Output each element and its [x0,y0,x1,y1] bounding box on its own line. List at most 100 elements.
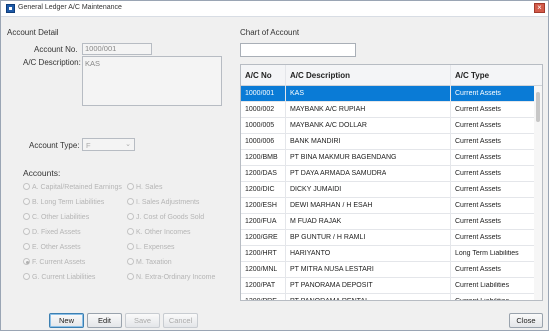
radio-other-liabilities[interactable]: C. Other Liabilities [23,213,89,221]
ac-type-cell: Current Liabilities [455,298,509,300]
radio-other-incomes[interactable]: K. Other Incomes [127,228,190,236]
radio-icon [127,258,134,265]
radio-other-assets[interactable]: E. Other Assets [23,243,81,251]
window-title: General Ledger A/C Maintenance [18,4,122,11]
ac-no-cell: 1000/005 [245,122,275,129]
ac-description-cell: HARIYANTO [290,250,331,257]
radio-icon [127,183,134,190]
ac-type-cell: Current Assets [455,138,501,145]
radio-sales-adjustments[interactable]: I. Sales Adjustments [127,198,199,206]
ac-description-cell: KAS [290,90,305,97]
radio-icon [23,228,30,235]
ac-description-cell: M FUAD RAJAK [290,218,342,225]
ac-no-cell: 1000/006 [245,138,275,145]
ac-no-cell: 1200/MNL [245,266,278,273]
description-label: A/C Description: [23,58,81,67]
column-divider [285,65,286,300]
vertical-scrollbar[interactable] [534,86,542,300]
ac-description-cell: DEWI MARHAN / H ESAH [290,202,373,209]
ac-type-cell: Current Assets [455,218,501,225]
ac-type-cell: Current Assets [455,266,501,273]
new-button[interactable]: New [49,313,84,328]
radio-sales[interactable]: H. Sales [127,183,162,191]
edit-button[interactable]: Edit [87,313,122,328]
ac-type-cell: Current Assets [455,170,501,177]
ac-type-cell: Current Assets [455,186,501,193]
ac-type-cell: Current Assets [455,122,501,129]
ac-no-cell: 1200/ESH [245,202,277,209]
grid-header: A/C No A/C Description A/C Type [241,65,542,86]
accounts-label: Accounts: [23,168,61,178]
radio-icon [23,213,30,220]
radio-current-liabilities[interactable]: G. Current Liabilities [23,273,95,281]
radio-current-assets[interactable]: F. Current Assets [23,258,85,266]
scrollbar-thumb[interactable] [536,92,540,122]
column-divider [450,65,451,300]
account-detail-label: Account Detail [7,28,59,37]
column-header-ac-description[interactable]: A/C Description [290,71,350,80]
radio-icon [127,243,134,250]
radio-cost-of-goods-sold[interactable]: J. Cost of Goods Sold [127,213,204,221]
ac-description-cell: PT PANORAMA DEPOSIT [290,282,373,289]
ac-type-cell: Current Assets [455,154,501,161]
chart-of-account-grid: A/C No A/C Description A/C Type 1000/001… [240,64,543,301]
account-type-label: Account Type: [29,141,80,150]
radio-capital-retained-earnings[interactable]: A. Capital/Retained Earnings [23,183,122,191]
chart-search-input[interactable] [240,43,356,57]
radio-icon [23,183,30,190]
cancel-button[interactable]: Cancel [163,313,198,328]
ac-no-cell: 1200/HRT [245,250,277,257]
ac-type-cell: Current Liabilities [455,282,510,289]
ac-description-cell: DICKY JUMAIDI [290,186,342,193]
radio-icon [127,228,134,235]
ac-description-cell: PT DAYA ARMADA SAMUDRA [290,170,387,177]
radio-expenses[interactable]: L. Expenses [127,243,175,251]
ac-description-cell: BANK MANDIRI [290,138,341,145]
ac-no-cell: 1200/PAT [245,282,276,289]
ac-type-cell: Current Assets [455,106,501,113]
radio-icon [23,198,30,205]
ac-type-cell: Current Assets [455,90,501,97]
radio-long-term-liabilities[interactable]: B. Long Term Liabilities [23,198,104,206]
ac-no-cell: 1000/002 [245,106,275,113]
ac-no-cell: 1200/DAS [245,170,277,177]
account-type-select[interactable]: F ⌄ [82,138,135,151]
ac-description-cell: MAYBANK A/C RUPIAH [290,106,366,113]
ac-no-cell: 1200/FUA [245,218,277,225]
radio-icon [23,273,30,280]
description-field[interactable]: KAS [82,56,222,106]
column-header-ac-no[interactable]: A/C No [245,71,272,80]
close-button[interactable]: Close [509,313,543,328]
save-button[interactable]: Save [125,313,160,328]
ac-type-cell: Current Assets [455,234,501,241]
window-close-icon[interactable]: × [534,3,545,13]
radio-checked-icon [23,258,30,265]
gl-maintenance-window: General Ledger A/C Maintenance × Account… [0,0,549,331]
radio-taxation[interactable]: M. Taxation [127,258,172,266]
column-header-ac-type[interactable]: A/C Type [455,71,489,80]
account-no-field[interactable]: 1000/001 [82,43,152,55]
radio-fixed-assets[interactable]: D. Fixed Assets [23,228,81,236]
title-bar: General Ledger A/C Maintenance × [1,1,548,17]
ac-no-cell: 1200/BMB [245,154,278,161]
ac-description-cell: BP GUNTUR / H RAMLI [290,234,366,241]
radio-extra-ordinary-income[interactable]: N. Extra-Ordinary Income [127,273,215,281]
ac-type-cell: Current Assets [455,202,501,209]
ac-description-cell: PT MITRA NUSA LESTARI [290,266,374,273]
ac-type-cell: Long Term Liabilities [455,250,519,257]
ac-description-cell: PT PANORAMA RENTAL [290,298,369,300]
radio-icon [23,243,30,250]
ac-no-cell: 1200/PRE [245,298,277,300]
radio-icon [127,213,134,220]
ac-no-cell: 1000/001 [245,90,275,97]
ac-no-cell: 1200/GRE [245,234,278,241]
ac-no-cell: 1200/DIC [245,186,275,193]
ac-description-cell: PT BINA MAKMUR BAGENDANG [290,154,397,161]
radio-icon [127,198,134,205]
app-icon [6,4,15,13]
account-no-label: Account No. [34,45,78,54]
chevron-down-icon: ⌄ [125,141,131,148]
account-type-value: F [86,141,91,150]
chart-of-account-label: Chart of Account [240,28,300,37]
ac-description-cell: MAYBANK A/C DOLLAR [290,122,367,129]
